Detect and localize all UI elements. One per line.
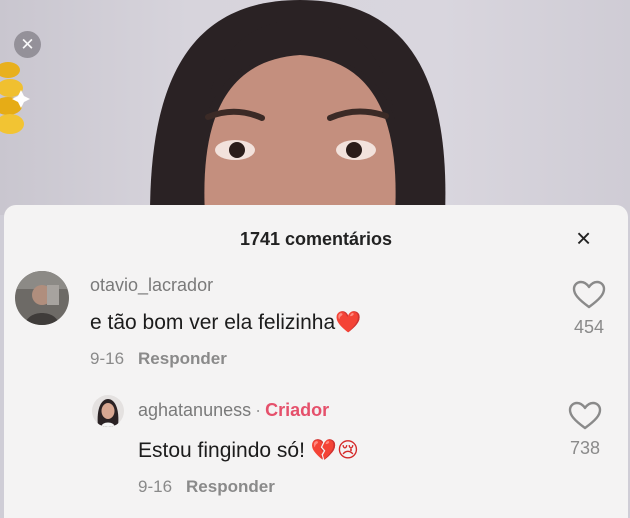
close-video-icon[interactable]: ✕: [14, 31, 41, 58]
reply-date: 9-16: [138, 477, 173, 496]
avatar[interactable]: [15, 271, 69, 325]
reply-body: Estou fingindo só!: [138, 439, 305, 462]
like-count: 454: [573, 317, 605, 337]
comment-text: e tão bom ver ela felizinha❤️: [90, 310, 361, 335]
heart-outline-icon[interactable]: [568, 401, 602, 431]
avatar[interactable]: [92, 395, 124, 427]
close-icon[interactable]: ×: [576, 223, 591, 253]
comment-username[interactable]: otavio_lacrador: [90, 275, 213, 296]
heart-outline-icon[interactable]: [572, 280, 606, 310]
comment-count-title: 1741 comentários: [239, 229, 393, 249]
separator-dot: ·: [255, 400, 262, 420]
person-face-illustration: [0, 0, 446, 215]
coin-stack-icon: [0, 62, 30, 134]
like-button[interactable]: 454: [564, 280, 614, 338]
like-button[interactable]: 738: [560, 401, 610, 459]
reply-text: Estou fingindo só! 💔😢: [138, 438, 359, 463]
like-count: 738: [569, 438, 601, 458]
reply-username-row: aghatanuness · Criador: [138, 400, 329, 421]
reply-button[interactable]: Responder: [186, 477, 275, 496]
heart-emoji: ❤️: [335, 310, 362, 334]
reply-username[interactable]: aghatanuness: [138, 400, 251, 420]
reply-button[interactable]: Responder: [138, 349, 227, 368]
broken-heart-crying-emoji: 💔😢: [310, 438, 359, 462]
comment-meta: 9-16 Responder: [90, 349, 227, 369]
comment-body: e tão bom ver ela felizinha: [90, 311, 336, 334]
video-background: ✕: [0, 0, 630, 215]
reply-meta: 9-16 Responder: [138, 477, 275, 497]
comment-date: 9-16: [90, 349, 125, 368]
comments-sheet: 1741 comentários × otavio_lacrador e tão…: [4, 205, 628, 518]
creator-badge: Criador: [265, 400, 330, 420]
